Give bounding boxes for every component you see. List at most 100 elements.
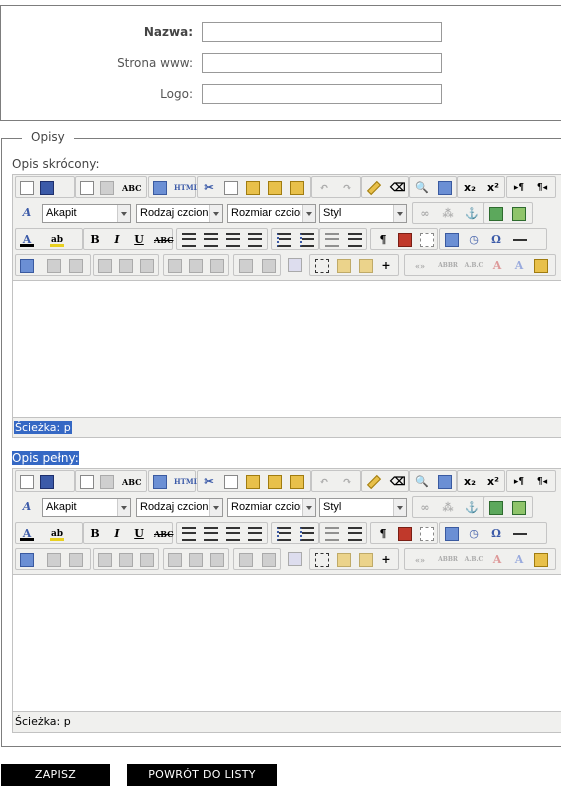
bullet-list-icon[interactable] [274,231,294,249]
insert-row-after-icon[interactable] [116,257,136,275]
cleanup-icon[interactable] [364,473,384,491]
underline-icon[interactable]: U [129,231,149,249]
merge-cells-icon[interactable] [259,551,279,569]
insert-col-after-icon[interactable] [186,551,206,569]
paste-text-icon[interactable] [265,473,285,491]
copy-icon[interactable] [221,179,241,197]
layer-back-icon[interactable] [334,257,354,275]
editor-content-area[interactable] [13,280,561,418]
cleanup-icon[interactable] [364,179,384,197]
paste-icon[interactable] [243,179,263,197]
strikethrough-icon[interactable]: ABC [151,525,173,543]
paste-word-icon[interactable] [287,473,307,491]
delete-col-icon[interactable] [207,551,227,569]
pilcrow-icon[interactable]: ¶ [373,231,393,249]
nonbreaking-icon[interactable] [395,525,415,543]
italic-icon[interactable]: I [107,525,127,543]
outdent-icon[interactable] [322,525,342,543]
insert-table-icon[interactable] [285,550,305,568]
underline-icon[interactable]: U [129,525,149,543]
table-row-props-icon[interactable] [44,551,64,569]
cut-icon[interactable]: ✂ [199,473,219,491]
align-right-icon[interactable] [223,525,243,543]
media-icon[interactable] [486,205,506,223]
insert-time-icon[interactable]: ◷ [464,231,484,249]
indent-icon[interactable] [345,525,365,543]
insert-time-icon[interactable]: ◷ [464,525,484,543]
font-family-select[interactable]: Rodzaj czcionk [136,204,223,223]
redo-icon[interactable]: ↷ [337,179,357,197]
insert-col-after-icon[interactable] [186,257,206,275]
bullet-list-icon[interactable] [274,525,294,543]
anchor-icon[interactable]: ⚓ [462,499,482,517]
anchor-icon[interactable]: ⚓ [462,205,482,223]
rtl-icon[interactable]: ¶◂ [532,179,552,197]
omega-icon[interactable]: Ω [486,525,506,543]
quote-icon[interactable]: «» [407,257,431,275]
align-center-icon[interactable] [201,231,221,249]
align-center-icon[interactable] [201,525,221,543]
editor-content-area[interactable] [13,574,561,712]
template-icon[interactable] [150,473,170,491]
new-document-icon[interactable] [17,473,37,491]
www-input[interactable] [202,53,442,73]
media-icon[interactable] [486,499,506,517]
html-icon[interactable]: HTML [171,179,199,197]
horizontal-rule-icon[interactable] [510,525,530,543]
abbr-icon[interactable]: ABBR [435,257,459,275]
visual-aid-icon[interactable] [312,551,332,569]
html-icon[interactable]: HTML [171,473,199,491]
preview-icon[interactable] [77,473,97,491]
font-family-select[interactable]: Rodzaj czcionk [136,498,223,517]
table-cell-props-icon[interactable] [66,551,86,569]
style-select[interactable]: Styl [319,204,407,223]
spellcheck-icon[interactable]: ABC [119,179,141,197]
delete-col-icon[interactable] [207,257,227,275]
insert-layer-icon[interactable]: + [376,551,396,569]
style-select[interactable]: Styl [319,498,407,517]
page-break-icon[interactable] [417,231,437,249]
align-left-icon[interactable] [179,231,199,249]
font-color-icon[interactable]: A [17,525,37,543]
redo-icon[interactable]: ↷ [337,473,357,491]
pilcrow-icon[interactable]: ¶ [373,525,393,543]
justify-icon[interactable] [245,525,265,543]
ins-icon[interactable]: A [509,257,529,275]
numbered-list-icon[interactable] [297,525,317,543]
layer-back-icon[interactable] [334,551,354,569]
horizontal-rule-icon[interactable] [510,231,530,249]
acronym-icon[interactable]: A.B.C [461,551,485,569]
spellcheck-icon[interactable]: ABC [119,473,141,491]
new-document-icon[interactable] [17,179,37,197]
attribs-icon[interactable] [531,551,551,569]
align-right-icon[interactable] [223,231,243,249]
paste-word-icon[interactable] [287,179,307,197]
save-icon[interactable] [37,179,57,197]
nonbreaking-icon[interactable] [395,231,415,249]
del-icon[interactable]: A [487,257,507,275]
table-cell-props-icon[interactable] [66,257,86,275]
font-size-select[interactable]: Rozmiar czcion [227,498,316,517]
preview-icon[interactable] [77,179,97,197]
insert-date-icon[interactable] [442,231,462,249]
ltr-icon[interactable]: ▸¶ [509,179,529,197]
strikethrough-icon[interactable]: ABC [151,231,173,249]
paste-icon[interactable] [243,473,263,491]
link-icon[interactable]: ∞ [415,205,435,223]
merge-cells-icon[interactable] [259,257,279,275]
del-icon[interactable]: A [487,551,507,569]
find-icon[interactable]: 🔍 [412,473,432,491]
superscript-icon[interactable]: x² [483,473,503,491]
print-icon[interactable] [97,179,117,197]
ins-icon[interactable]: A [509,551,529,569]
bold-icon[interactable]: B [85,525,105,543]
link-icon[interactable]: ∞ [415,499,435,517]
format-select[interactable]: Akapit [42,204,131,223]
unlink-icon[interactable]: ⁂ [438,205,458,223]
remove-format-icon[interactable]: ⌫ [387,473,407,491]
delete-row-icon[interactable] [137,551,157,569]
ltr-icon[interactable]: ▸¶ [509,473,529,491]
back-to-list-button[interactable]: POWRÓT DO LISTY [127,764,277,786]
insert-date-icon[interactable] [442,525,462,543]
edit-css-icon[interactable] [17,257,37,275]
